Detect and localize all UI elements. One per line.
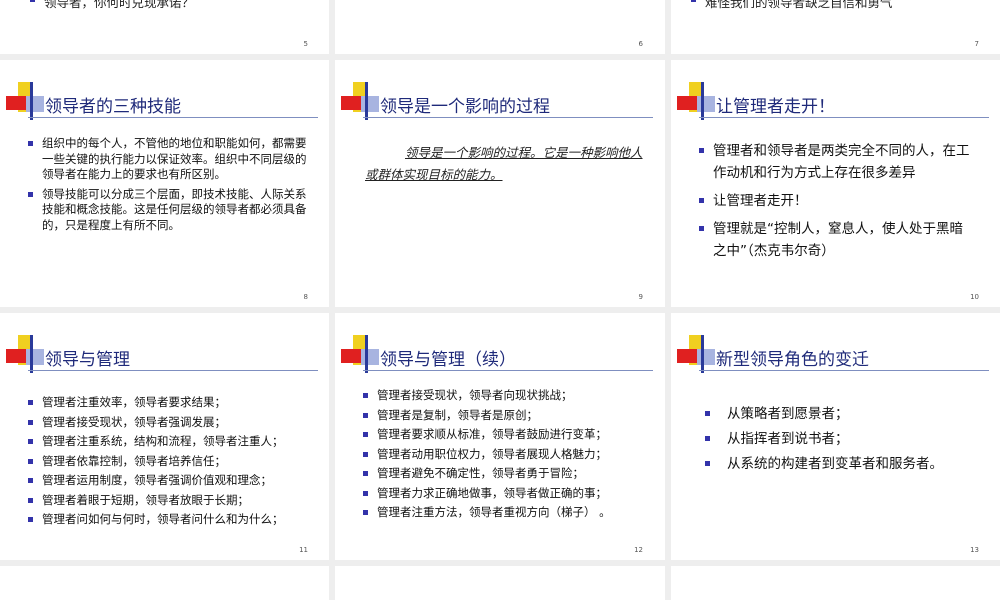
slide-number: 13 bbox=[970, 546, 979, 554]
slide-5-bullet: 领导者，你何时兑现承诺？ bbox=[30, 0, 194, 11]
list-item: 管理就是“控制人，窒息人，使人处于黑暗之中”（杰克韦尔奇） bbox=[699, 218, 971, 262]
slide-logo-icon bbox=[677, 82, 721, 120]
slide-logo-icon bbox=[6, 82, 50, 120]
list-item: 管理者接受现状，领导者强调发展； bbox=[28, 413, 318, 433]
slide-title: 领导是一个影响的过程 bbox=[380, 97, 550, 117]
slide-14[interactable] bbox=[0, 566, 328, 600]
slide-logo-icon bbox=[677, 335, 721, 373]
slide-logo-icon bbox=[6, 335, 50, 373]
list-item: 从系统的构建者到变革者和服务者。 bbox=[705, 453, 975, 475]
slide-12[interactable]: 领导与管理（续） 管理者接受现状，领导者向现状挑战； 管理者是复制，领导者是原创… bbox=[335, 313, 663, 560]
slide-7[interactable]: 难怪我们的领导者缺乏自信和勇气 7 bbox=[671, 0, 999, 54]
slide-logo-icon bbox=[341, 82, 385, 120]
slide-15[interactable] bbox=[335, 566, 663, 600]
definition-quote: 领导是一个影响的过程。它是一种影响他人或群体实现目标的能力。 bbox=[365, 145, 643, 182]
list-item: 管理者注重效率，领导者要求结果； bbox=[28, 393, 318, 413]
title-divider bbox=[363, 117, 653, 118]
list-item: 管理者问如何与何时，领导者问什么和为什么； bbox=[28, 510, 318, 530]
slide-7-bullet: 难怪我们的领导者缺乏自信和勇气 bbox=[691, 0, 893, 11]
bullet-list: 从策略者到愿景者； 从指挥者到说书者； 从系统的构建者到变革者和服务者。 bbox=[705, 403, 975, 481]
slide-number: 8 bbox=[303, 293, 308, 301]
title-divider bbox=[699, 370, 989, 371]
list-item: 管理者运用制度，领导者强调价值观和理念； bbox=[28, 471, 318, 491]
title-divider bbox=[28, 370, 318, 371]
slide-13[interactable]: 新型领导角色的变迁 从策略者到愿景者； 从指挥者到说书者； 从系统的构建者到变革… bbox=[671, 313, 999, 560]
slide-title: 领导者的三种技能 bbox=[45, 97, 181, 117]
list-item: 从策略者到愿景者； bbox=[705, 403, 975, 425]
slide-11[interactable]: 领导与管理 管理者注重效率，领导者要求结果； 管理者接受现状，领导者强调发展； … bbox=[0, 313, 328, 560]
slide-title: 领导与管理（续） bbox=[380, 350, 516, 370]
list-item: 管理者注重方法，领导者重视方向（梯子） 。 bbox=[363, 503, 658, 523]
bullet-list: 组织中的每个人，不管他的地位和职能如何，都需要一些关键的执行能力以保证效率。组织… bbox=[28, 136, 310, 237]
slide-number: 12 bbox=[634, 546, 643, 554]
slide-number: 7 bbox=[974, 40, 979, 48]
bullet-list: 管理者和领导者是两类完全不同的人，在工作动机和行为方式上存在很多差异 让管理者走… bbox=[699, 140, 971, 268]
list-item: 领导技能可以分成三个层面，即技术技能、人际关系技能和概念技能。这是任何层级的领导… bbox=[28, 187, 310, 234]
slide-title: 让管理者走开！ bbox=[716, 97, 835, 117]
list-item: 组织中的每个人，不管他的地位和职能如何，都需要一些关键的执行能力以保证效率。组织… bbox=[28, 136, 310, 183]
list-item: 管理者依靠控制，领导者培养信任； bbox=[28, 452, 318, 472]
list-item: 管理者动用职位权力，领导者展现人格魅力； bbox=[363, 445, 658, 465]
list-item: 让管理者走开！ bbox=[699, 190, 971, 212]
list-item: 管理者要求顺从标准，领导者鼓励进行变革； bbox=[363, 425, 658, 445]
slide-9[interactable]: 领导是一个影响的过程 领导是一个影响的过程。它是一种影响他人或群体实现目标的能力… bbox=[335, 60, 663, 307]
slide-8[interactable]: 领导者的三种技能 组织中的每个人，不管他的地位和职能如何，都需要一些关键的执行能… bbox=[0, 60, 328, 307]
slide-title: 新型领导角色的变迁 bbox=[716, 350, 869, 370]
list-item: 从指挥者到说书者； bbox=[705, 428, 975, 450]
list-item: 管理者接受现状，领导者向现状挑战； bbox=[363, 386, 658, 406]
list-item: 管理者着眼于短期，领导者放眼于长期； bbox=[28, 491, 318, 511]
slide-title: 领导与管理 bbox=[45, 350, 130, 370]
list-item: 管理者和领导者是两类完全不同的人，在工作动机和行为方式上存在很多差异 bbox=[699, 140, 971, 184]
slide-number: 5 bbox=[303, 40, 308, 48]
slide-number: 6 bbox=[638, 40, 643, 48]
bullet-list: 管理者接受现状，领导者向现状挑战； 管理者是复制，领导者是原创； 管理者要求顺从… bbox=[363, 386, 658, 523]
bullet-list: 管理者注重效率，领导者要求结果； 管理者接受现状，领导者强调发展； 管理者注重系… bbox=[28, 393, 318, 530]
slide-logo-icon bbox=[341, 335, 385, 373]
slide-16[interactable] bbox=[671, 566, 999, 600]
slide-number: 10 bbox=[970, 293, 979, 301]
title-divider bbox=[28, 117, 318, 118]
title-divider bbox=[363, 370, 653, 371]
slide-number: 11 bbox=[299, 546, 308, 554]
slide-10[interactable]: 让管理者走开！ 管理者和领导者是两类完全不同的人，在工作动机和行为方式上存在很多… bbox=[671, 60, 999, 307]
list-item: 管理者注重系统，结构和流程，领导者注重人； bbox=[28, 432, 318, 452]
title-divider bbox=[699, 117, 989, 118]
list-item: 管理者避免不确定性，领导者勇于冒险； bbox=[363, 464, 658, 484]
slide-5[interactable]: 领导者，你何时兑现承诺？ 5 bbox=[0, 0, 328, 54]
slide-number: 9 bbox=[638, 293, 643, 301]
list-item: 管理者是复制，领导者是原创； bbox=[363, 406, 658, 426]
slide-6[interactable]: 6 bbox=[335, 0, 663, 54]
list-item: 管理者力求正确地做事，领导者做正确的事； bbox=[363, 484, 658, 504]
